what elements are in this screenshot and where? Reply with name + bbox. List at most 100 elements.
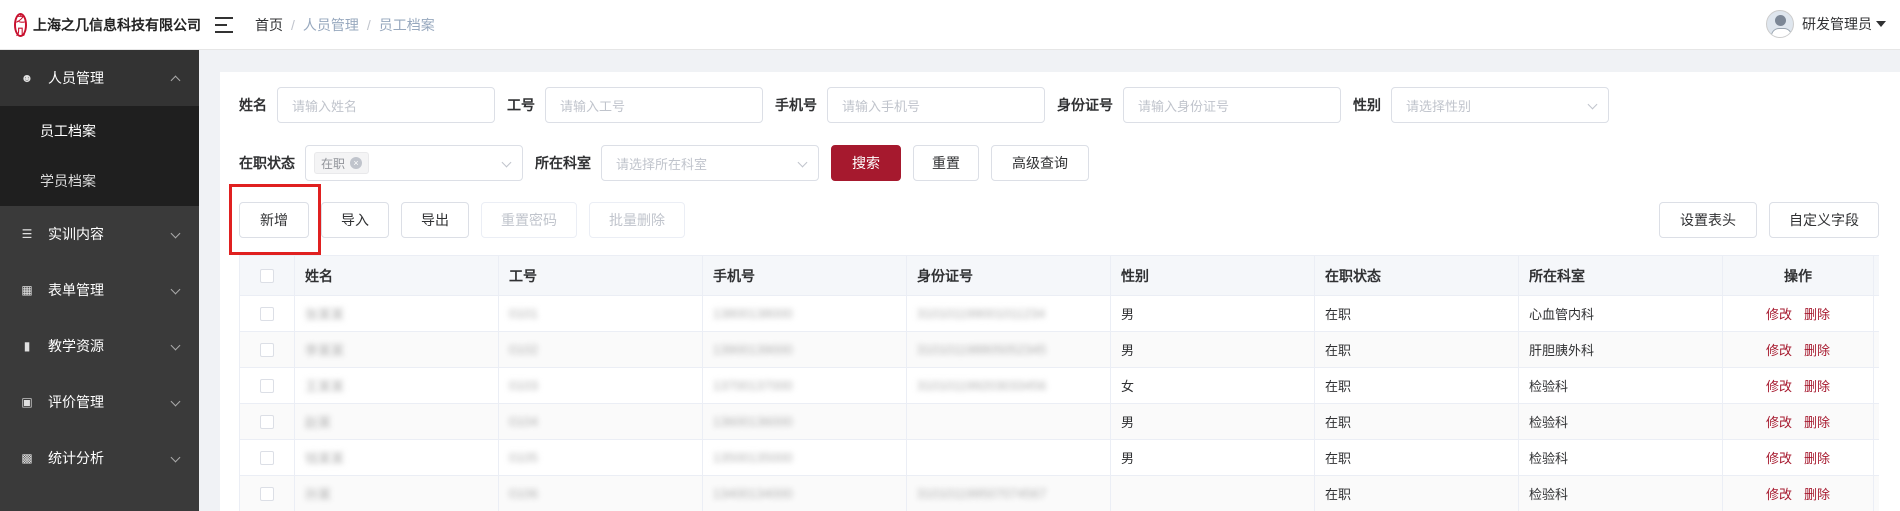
select-all-checkbox[interactable] [260,268,274,283]
table-toolbar: 新增 导入 导出 重置密码 批量删除 设置表头 自定义字段 [239,202,1879,238]
row-select-cell [240,404,295,439]
column-header: 工号 [499,256,703,295]
training-icon: ☰ [21,227,33,241]
phone-input[interactable]: 请输入手机号 [827,87,1045,123]
cell-text: 13600136000 [713,414,793,429]
table-row[interactable]: 王某某 0103 13700137000 310101199203033456 女 在职 检… [240,368,1879,404]
sidebar-item-personnel[interactable]: ☻ 人员管理 [0,50,199,106]
sidebar-item-resources[interactable]: ▮ 教学资源 [0,318,199,374]
breadcrumb: 首页 / 人员管理 / 员工档案 [255,15,435,35]
table-row[interactable]: 钱某某 0105 13500135000 男 在职 检验科 修改 删除 [240,440,1879,476]
advanced-search-button[interactable]: 高级查询 [991,145,1089,181]
caret-down-icon[interactable] [1876,21,1886,27]
edit-link[interactable]: 修改 [1766,412,1792,431]
table-row[interactable]: 李某某 0102 13900139000 310101198805052345 男 在职 肝… [240,332,1879,368]
user-name[interactable]: 研发管理员 [1802,14,1872,34]
cell-phone: 13800138000 [703,296,907,331]
cell-idcard: 310101198805052345 [907,332,1111,367]
row-checkbox[interactable] [260,414,274,429]
sidebar-item-label: 人员管理 [48,70,104,86]
import-button[interactable]: 导入 [321,202,389,238]
row-checkbox[interactable] [260,486,274,501]
custom-field-button[interactable]: 自定义字段 [1769,202,1879,238]
cell-gender: 男 [1111,332,1315,367]
sidebar-item-student-files[interactable]: 学员档案 [0,156,199,206]
delete-link[interactable]: 删除 [1804,376,1830,395]
table-row[interactable]: 赵某 0104 13600136000 男 在职 检验科 修改 删除 [240,404,1879,440]
close-icon[interactable]: × [350,157,363,169]
cell-status: 在职 [1315,476,1519,511]
gender-label: 性别 [1353,97,1381,113]
edit-link[interactable]: 修改 [1766,340,1792,359]
reset-password-button[interactable]: 重置密码 [481,202,577,238]
cell-text: 钱某某 [305,451,345,466]
department-select[interactable]: 请选择所在科室 [601,145,819,181]
cell-no: 0103 [499,368,703,403]
user-menu[interactable]: 研发管理员 [1766,10,1886,38]
column-header: 在职状态 [1315,256,1519,295]
export-button[interactable]: 导出 [401,202,469,238]
gender-select[interactable]: 请选择性别 [1391,87,1609,123]
edit-link[interactable]: 修改 [1766,448,1792,467]
cell-text: 男 [1121,415,1135,430]
search-button[interactable]: 搜索 [831,145,901,181]
breadcrumb-current: 员工档案 [378,16,435,33]
sidebar-item-label: 实训内容 [48,226,104,242]
sidebar-item-employee-files[interactable]: 员工档案 [0,106,199,156]
cell-actions: 修改 删除 [1723,404,1874,439]
status-label: 在职状态 [239,155,295,171]
delete-link[interactable]: 删除 [1804,304,1830,323]
delete-link[interactable]: 删除 [1804,484,1830,503]
cell-no: 0106 [499,476,703,511]
cell-text: 检验科 [1529,379,1569,394]
name-input[interactable]: 请输入姓名 [277,87,495,123]
row-checkbox[interactable] [260,450,274,465]
avatar[interactable] [1766,10,1794,38]
set-header-button[interactable]: 设置表头 [1659,202,1757,238]
cell-text: 在职 [1325,487,1352,502]
column-header: 性别 [1111,256,1315,295]
sidebar-item-forms[interactable]: ▦ 表单管理 [0,262,199,318]
status-tag-text: 在职 [321,156,346,171]
cell-text: 王某某 [305,379,345,394]
table-row[interactable]: 张某某 0101 13800138000 310101199001011234 男 在职 心… [240,296,1879,332]
breadcrumb-home[interactable]: 首页 [255,15,283,35]
top-header: 之几 上海之几信息科技有限公司 首页 / 人员管理 / 员工档案 研发管理员 [0,0,1900,50]
cell-gender: 男 [1111,440,1315,475]
department-label: 所在科室 [535,155,591,171]
delete-link[interactable]: 删除 [1804,412,1830,431]
idcard-input[interactable]: 请输入身份证号 [1123,87,1341,123]
status-select[interactable]: 在职 × [305,145,523,181]
cell-text: 孙某 [305,487,332,502]
cell-status: 在职 [1315,332,1519,367]
cell-idcard [907,440,1111,475]
row-checkbox[interactable] [260,306,274,321]
cell-text: 0105 [509,450,538,465]
edit-link[interactable]: 修改 [1766,376,1792,395]
reset-button[interactable]: 重置 [913,145,979,181]
cell-name: 钱某某 [295,440,499,475]
row-checkbox[interactable] [260,378,274,393]
batch-delete-button[interactable]: 批量删除 [589,202,685,238]
sidebar-item-evaluation[interactable]: ▣ 评价管理 [0,374,199,430]
delete-link[interactable]: 删除 [1804,448,1830,467]
breadcrumb-personnel[interactable]: 人员管理 [303,15,359,35]
edit-link[interactable]: 修改 [1766,304,1792,323]
cell-text: 0104 [509,414,538,429]
sidebar: ☻ 人员管理 员工档案 学员档案 ☰ 实训内容 ▦ 表单管理 ▮ 教学资源 ▣ … [0,50,199,511]
menu-toggle-icon[interactable] [215,16,233,33]
sidebar-item-statistics[interactable]: ▩ 统计分析 [0,430,199,486]
company-logo[interactable]: 之几 上海之几信息科技有限公司 [0,0,201,50]
cell-text: 在职 [1325,379,1352,394]
row-select-cell [240,368,295,403]
delete-link[interactable]: 删除 [1804,340,1830,359]
employee-id-input[interactable]: 请输入工号 [545,87,763,123]
table-row[interactable]: 孙某 0106 13400134000 310101199507074567 在职 检验科… [240,476,1879,511]
edit-link[interactable]: 修改 [1766,484,1792,503]
row-checkbox[interactable] [260,342,274,357]
row-select-cell [240,476,295,511]
sidebar-item-training[interactable]: ☰ 实训内容 [0,206,199,262]
main-content: 姓名 请输入姓名 工号 请输入工号 手机号 请输入手机号 身份证号 请输入身份证… [220,72,1900,511]
cell-text: 心血管内科 [1529,307,1595,322]
cell-idcard: 310101199001011234 [907,296,1111,331]
